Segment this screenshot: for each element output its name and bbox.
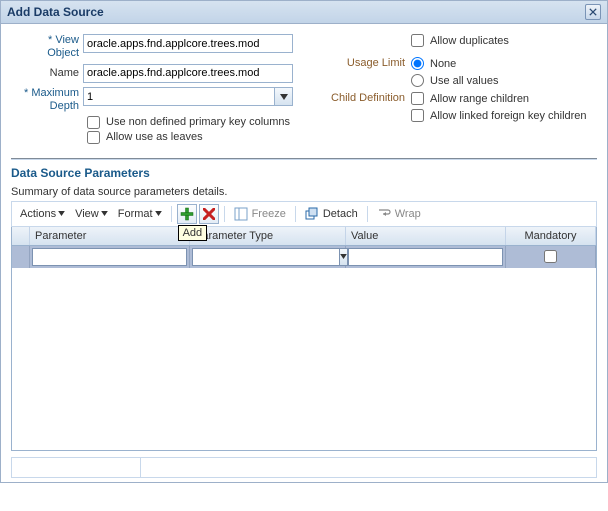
label-name: Name xyxy=(11,67,83,80)
footer-cell-left xyxy=(11,458,141,478)
row-max-depth: * Maximum Depth xyxy=(11,87,301,112)
chevron-down-icon xyxy=(101,211,108,216)
allow-range-children-checkbox[interactable] xyxy=(411,92,424,105)
usage-limit-none-row: None xyxy=(411,57,498,70)
usage-limit-useall-label: Use all values xyxy=(430,75,498,87)
table-row xyxy=(12,246,596,268)
footer-cell-right xyxy=(141,458,597,478)
value-input[interactable] xyxy=(348,248,503,266)
allow-linked-fk-row: Allow linked foreign key children xyxy=(411,109,587,122)
form-right: Allow duplicates Usage Limit None Use al… xyxy=(321,34,597,146)
cell-mandatory xyxy=(506,246,596,268)
parameter-input[interactable] xyxy=(32,248,187,266)
parameters-grid: Parameter Parameter Type Value Mandatory xyxy=(11,227,597,451)
form-area: * View Object Name * Maximum Depth xyxy=(11,34,597,146)
label-view-object: * View Object xyxy=(11,34,83,59)
usage-limit-none-radio[interactable] xyxy=(411,57,424,70)
cell-parameter xyxy=(30,246,190,268)
parameter-type-input[interactable] xyxy=(192,248,340,266)
cell-parameter-type xyxy=(190,246,346,268)
toolbar-actions-menu[interactable]: Actions xyxy=(16,206,69,222)
grid-header-rowselector xyxy=(12,227,30,245)
footer-bar xyxy=(11,457,597,478)
section-title: Data Source Parameters xyxy=(11,166,597,180)
grid-header-parameter-type[interactable]: Parameter Type xyxy=(190,227,346,245)
add-tooltip: Add xyxy=(178,225,208,241)
parameter-type-select[interactable] xyxy=(192,248,343,266)
parameters-toolbar: Actions View Format Add xyxy=(11,201,597,227)
section-separator xyxy=(11,158,597,160)
allow-use-as-leaves-checkbox[interactable] xyxy=(87,131,100,144)
close-icon xyxy=(589,8,597,16)
row-allow-use-as-leaves: Allow use as leaves xyxy=(87,131,301,144)
toolbar-separator xyxy=(367,206,368,222)
usage-limit-none-label: None xyxy=(430,58,456,70)
wrap-button[interactable]: Wrap xyxy=(373,205,425,223)
row-name: Name xyxy=(11,62,301,84)
add-button[interactable]: Add xyxy=(177,204,197,224)
allow-duplicates-label: Allow duplicates xyxy=(430,35,509,47)
form-left: * View Object Name * Maximum Depth xyxy=(11,34,301,146)
allow-duplicates-checkbox[interactable] xyxy=(411,34,424,47)
toolbar-separator xyxy=(171,206,172,222)
detach-button[interactable]: Detach xyxy=(301,205,362,223)
max-depth-spinner[interactable] xyxy=(83,87,293,106)
label-child-definition: Child Definition xyxy=(331,92,411,104)
freeze-icon xyxy=(234,207,248,221)
toolbar-format-menu[interactable]: Format xyxy=(114,206,166,222)
row-child-definition: Child Definition Allow range children Al… xyxy=(331,92,597,124)
row-allow-duplicates: Allow duplicates xyxy=(331,34,597,54)
max-depth-input[interactable] xyxy=(83,87,275,106)
toolbar-view-menu[interactable]: View xyxy=(71,206,112,222)
close-button[interactable] xyxy=(585,4,601,20)
freeze-button[interactable]: Freeze xyxy=(230,205,290,223)
name-input[interactable] xyxy=(83,64,293,83)
delete-button[interactable] xyxy=(199,204,219,224)
allow-linked-fk-label: Allow linked foreign key children xyxy=(430,110,587,122)
titlebar: Add Data Source xyxy=(1,1,607,24)
label-max-depth: * Maximum Depth xyxy=(11,87,83,112)
cell-value xyxy=(346,246,506,268)
row-selector[interactable] xyxy=(12,246,30,268)
toolbar-separator xyxy=(224,206,225,222)
row-view-object: * View Object xyxy=(11,34,301,59)
grid-header: Parameter Parameter Type Value Mandatory xyxy=(12,227,596,246)
allow-use-as-leaves-label: Allow use as leaves xyxy=(106,131,203,143)
chevron-down-icon xyxy=(58,211,65,216)
dialog-content: * View Object Name * Maximum Depth xyxy=(1,24,607,482)
allow-linked-fk-checkbox[interactable] xyxy=(411,109,424,122)
row-usage-limit: Usage Limit None Use all values xyxy=(331,57,597,89)
plus-icon xyxy=(180,207,194,221)
x-delete-icon xyxy=(203,208,215,220)
grid-header-parameter[interactable]: Parameter xyxy=(30,227,190,245)
allow-range-row: Allow range children xyxy=(411,92,587,105)
grid-header-value[interactable]: Value xyxy=(346,227,506,245)
dialog-title: Add Data Source xyxy=(7,5,104,19)
label-usage-limit: Usage Limit xyxy=(331,57,411,69)
view-object-input[interactable] xyxy=(83,34,293,53)
wrap-icon xyxy=(377,207,391,221)
grid-header-mandatory[interactable]: Mandatory xyxy=(506,227,596,245)
detach-icon xyxy=(305,207,319,221)
add-data-source-dialog: Add Data Source * View Object Name xyxy=(0,0,608,483)
use-non-defined-pk-checkbox[interactable] xyxy=(87,116,100,129)
use-non-defined-pk-label: Use non defined primary key columns xyxy=(106,116,290,128)
usage-limit-useall-radio[interactable] xyxy=(411,74,424,87)
allow-range-children-label: Allow range children xyxy=(430,93,529,105)
mandatory-checkbox[interactable] xyxy=(544,250,557,263)
max-depth-dropdown-button[interactable] xyxy=(275,87,293,106)
toolbar-separator xyxy=(295,206,296,222)
chevron-down-icon xyxy=(280,94,288,100)
section-summary: Summary of data source parameters detail… xyxy=(11,186,597,198)
row-use-non-defined-pk: Use non defined primary key columns xyxy=(87,116,301,129)
chevron-down-icon xyxy=(155,211,162,216)
usage-limit-useall-row: Use all values xyxy=(411,74,498,87)
